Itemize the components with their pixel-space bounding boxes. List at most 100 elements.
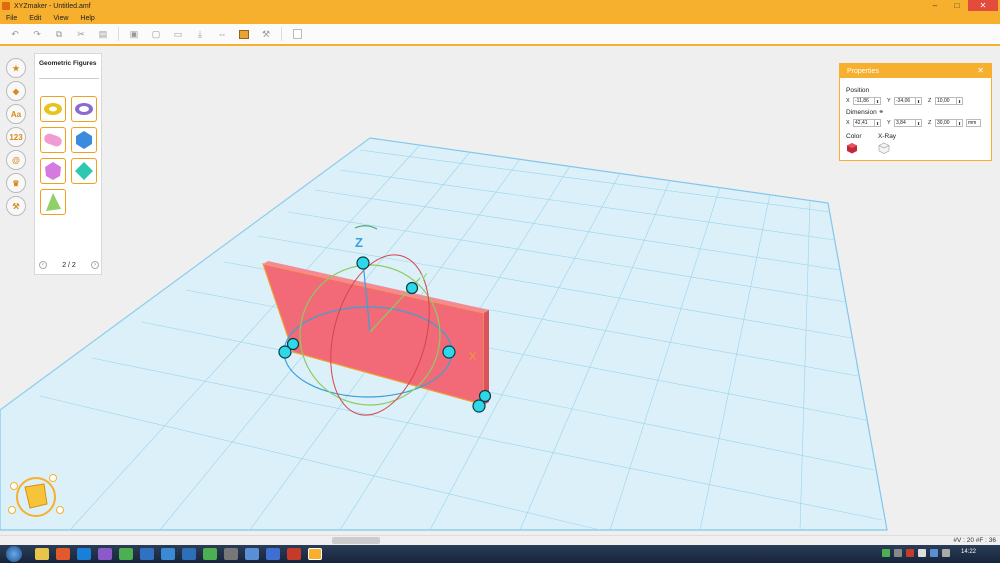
close-button[interactable]: ✕ [968, 0, 998, 11]
paste-icon[interactable]: ▤ [96, 27, 110, 41]
explorer-icon[interactable] [35, 548, 49, 560]
geometric-figures-icon[interactable]: ◆ [6, 81, 26, 101]
axis-x-label: X [846, 119, 850, 126]
dodecahedron-shape[interactable] [71, 127, 97, 153]
horizontal-scrollbar[interactable] [332, 537, 380, 544]
capsule-icon [44, 133, 62, 147]
pyramid-shape[interactable] [40, 189, 66, 215]
unit-select[interactable]: mm [966, 118, 981, 127]
tube-shape[interactable] [71, 96, 97, 122]
axis-y-label: Y [887, 97, 891, 104]
volume-icon[interactable] [942, 549, 950, 557]
dimension-x-field[interactable]: 42,41 [853, 118, 875, 127]
hole-icon[interactable]: ⚒ [259, 27, 273, 41]
mail-icon[interactable] [182, 548, 196, 560]
menu-view[interactable]: View [53, 15, 68, 22]
dimension-x-stepper[interactable]: ⬍ [875, 118, 881, 127]
tray-icon[interactable] [906, 549, 914, 557]
color-swatch[interactable] [846, 142, 878, 156]
xray-toggle[interactable] [878, 142, 890, 156]
palette-divider [39, 78, 99, 79]
minimize-button[interactable]: – [924, 0, 946, 11]
favorites-star-icon[interactable]: ★ [6, 58, 26, 78]
position-z-field[interactable]: 10,00 [935, 96, 957, 105]
tools-icon[interactable]: ⚒ [6, 196, 26, 216]
axis-x-label: X [846, 97, 850, 104]
position-x-field[interactable]: -11,86 [853, 96, 875, 105]
position-x-stepper[interactable]: ⬍ [875, 96, 881, 105]
title-bar: XYZmaker - Untitled.amf – □ ✕ [0, 0, 1000, 12]
align-icon[interactable]: ▭ [171, 27, 185, 41]
nav-cube-icon [8, 474, 64, 517]
outlook-icon[interactable] [161, 548, 175, 560]
mirror-icon[interactable]: ⇔ [215, 27, 229, 41]
maximize-button[interactable]: □ [946, 0, 968, 11]
scale-handle[interactable] [356, 256, 370, 270]
group-icon[interactable]: ▣ [127, 27, 141, 41]
next-page-icon[interactable]: › [91, 261, 99, 269]
prev-page-icon[interactable]: ‹ [39, 261, 47, 269]
app-icon[interactable] [245, 548, 259, 560]
drop-to-floor-icon[interactable]: ⤓ [193, 27, 207, 41]
solid-box-icon[interactable] [237, 27, 251, 41]
tray-icon[interactable] [930, 549, 938, 557]
tray-icon[interactable] [882, 549, 890, 557]
capsule-shape[interactable] [40, 127, 66, 153]
dimension-z-field[interactable]: 30,00 [935, 118, 957, 127]
scale-handle[interactable] [405, 281, 419, 295]
tray-icon[interactable] [918, 549, 926, 557]
torus-shape[interactable] [40, 96, 66, 122]
menu-help[interactable]: Help [80, 15, 94, 22]
scale-handle[interactable] [442, 345, 456, 359]
position-y-field[interactable]: -34,06 [894, 96, 916, 105]
ie-icon[interactable] [77, 548, 91, 560]
blank-page-icon[interactable] [290, 27, 304, 41]
word-icon[interactable] [140, 548, 154, 560]
icosahedron-icon [45, 162, 61, 180]
position-y-stepper[interactable]: ⬍ [916, 96, 922, 105]
text-icon[interactable]: Aa [6, 104, 26, 124]
app-icon[interactable] [287, 548, 301, 560]
clock[interactable]: 14:22 [961, 549, 976, 555]
xyzmaker-taskbar-icon[interactable] [308, 548, 322, 560]
dimension-z-stepper[interactable]: ⬍ [957, 118, 963, 127]
firefox-icon[interactable] [56, 548, 70, 560]
menu-file[interactable]: File [6, 15, 17, 22]
link-icon[interactable]: ⚭ [879, 109, 884, 116]
view-navigator[interactable] [8, 474, 64, 520]
position-z-stepper[interactable]: ⬍ [957, 96, 963, 105]
app-icon[interactable] [224, 548, 238, 560]
symbols-icon[interactable]: @ [6, 150, 26, 170]
chrome-icon[interactable] [119, 548, 133, 560]
app-icon[interactable] [98, 548, 112, 560]
icosahedron-shape[interactable] [40, 158, 66, 184]
cut-icon[interactable]: ✂ [74, 27, 88, 41]
dimension-y-field[interactable]: 3,84 [894, 118, 916, 127]
undo-icon[interactable]: ↶ [8, 27, 22, 41]
start-button[interactable] [6, 546, 22, 562]
menu-edit[interactable]: Edit [29, 15, 41, 22]
tray-icon[interactable] [894, 549, 902, 557]
copy-icon[interactable]: ⧉ [52, 27, 66, 41]
gizmo-x-label: X [469, 351, 477, 363]
dimension-label: Dimension ⚭ [846, 108, 991, 116]
close-icon[interactable]: ✕ [977, 66, 984, 75]
scale-handle[interactable] [472, 399, 486, 413]
redo-icon[interactable]: ↷ [30, 27, 44, 41]
position-label: Position [846, 87, 870, 94]
crown-icon[interactable]: ♛ [6, 173, 26, 193]
gizmo-z-label: Z [355, 235, 363, 250]
numbers-icon[interactable]: 123 [6, 127, 26, 147]
app-icon[interactable] [266, 548, 280, 560]
position-row: X -11,86 ⬍ Y -34,06 ⬍ Z 10,00 ⬍ [846, 96, 991, 105]
gizmo-y-label: Y [420, 272, 428, 284]
ungroup-icon[interactable]: ▢ [149, 27, 163, 41]
palette-title: Geometric Figures [39, 60, 97, 67]
appearance-row [846, 142, 991, 156]
chrome-icon[interactable] [203, 548, 217, 560]
system-tray [878, 549, 950, 557]
scale-handle[interactable] [278, 345, 292, 359]
properties-panel: Properties ✕ Position X -11,86 ⬍ Y -34,0… [839, 63, 992, 161]
octahedron-shape[interactable] [71, 158, 97, 184]
dimension-y-stepper[interactable]: ⬍ [916, 118, 922, 127]
